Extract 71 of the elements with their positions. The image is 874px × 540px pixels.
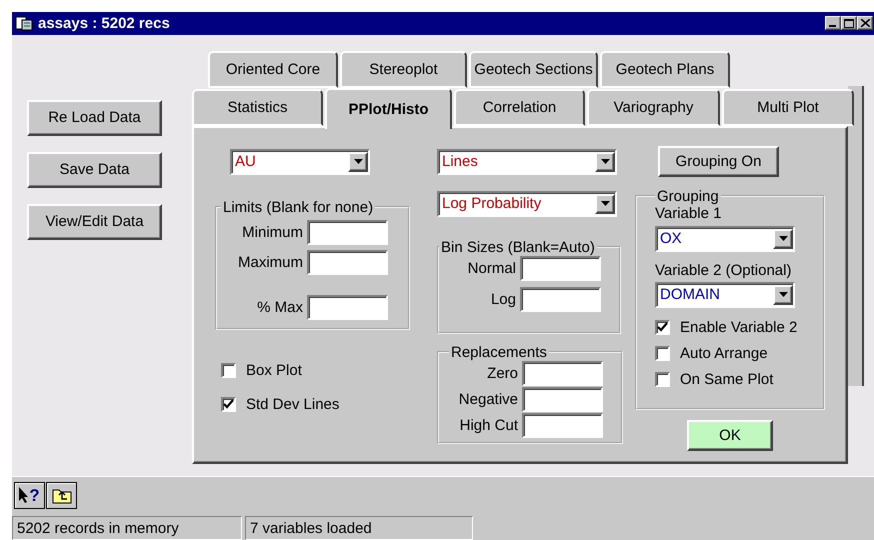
close-icon bbox=[860, 19, 870, 28]
side-button[interactable]: Re Load Data bbox=[27, 100, 162, 136]
pointer-icon bbox=[19, 487, 30, 504]
grouping-button[interactable]: Grouping On bbox=[658, 146, 779, 177]
checkbox-label: Enable Variable 2 bbox=[680, 318, 798, 336]
maximize-icon bbox=[844, 18, 854, 28]
field-label: Negative bbox=[458, 390, 518, 408]
dropdown-arrow-icon bbox=[600, 159, 610, 164]
field-label: High Cut bbox=[460, 416, 518, 434]
dropdown-field[interactable]: AU bbox=[230, 148, 370, 175]
input-field[interactable] bbox=[307, 220, 388, 245]
input-field[interactable] bbox=[522, 386, 603, 412]
checkbox-label: On Same Plot bbox=[680, 370, 774, 388]
dropdown-field[interactable]: DOMAIN bbox=[655, 282, 795, 308]
tab[interactable]: Variography bbox=[587, 88, 720, 126]
close-button[interactable] bbox=[857, 16, 873, 30]
tab[interactable]: Oriented Core bbox=[208, 50, 338, 88]
input-field[interactable] bbox=[307, 294, 388, 320]
dropdown-field[interactable]: OX bbox=[655, 226, 795, 252]
tab[interactable]: Statistics bbox=[192, 88, 323, 126]
group-title: Replacements bbox=[450, 344, 548, 361]
input-field[interactable] bbox=[307, 250, 388, 275]
maximize-button[interactable] bbox=[841, 16, 857, 30]
checkbox[interactable] bbox=[221, 396, 236, 412]
minimize-button[interactable] bbox=[825, 16, 841, 30]
input-field[interactable] bbox=[522, 412, 603, 438]
dropdown-field[interactable]: Log Probability bbox=[437, 190, 617, 217]
dropdown-arrow-icon bbox=[600, 201, 610, 206]
field-label: % Max bbox=[257, 298, 303, 316]
group-title: Bin Sizes (Blank=Auto) bbox=[440, 238, 596, 256]
group-title: Limits (Blank for none) bbox=[222, 198, 374, 216]
field-label: Zero bbox=[487, 364, 518, 382]
input-field[interactable] bbox=[520, 256, 601, 281]
field-label: Maximum bbox=[238, 254, 303, 271]
field-label: Variable 1 bbox=[655, 204, 722, 222]
checkbox[interactable] bbox=[655, 372, 670, 387]
checkbox[interactable] bbox=[655, 346, 670, 361]
checkbox[interactable] bbox=[221, 362, 236, 378]
status-pane: 5202 records in memory bbox=[12, 516, 242, 540]
status-pane: 7 variables loaded bbox=[245, 516, 473, 540]
field-label: Normal bbox=[468, 260, 516, 277]
tab[interactable]: PPlot/Histo bbox=[325, 88, 452, 129]
field-label: Minimum bbox=[242, 224, 303, 241]
group-title: Grouping bbox=[656, 188, 720, 205]
tab[interactable]: Geotech Plans bbox=[600, 50, 730, 88]
side-button[interactable]: Save Data bbox=[27, 152, 162, 188]
tab[interactable]: Multi Plot bbox=[722, 88, 854, 126]
checkbox-label: Box Plot bbox=[246, 362, 302, 379]
input-field[interactable] bbox=[520, 286, 601, 312]
tab[interactable]: Geotech Sections bbox=[469, 50, 598, 88]
window-title: assays : 5202 recs bbox=[38, 14, 171, 32]
field-label: Log bbox=[490, 290, 516, 308]
tab[interactable]: Stereoplot bbox=[340, 50, 467, 88]
up-folder-button[interactable] bbox=[46, 482, 77, 509]
dropdown-arrow-icon bbox=[354, 159, 362, 164]
side-button[interactable]: View/Edit Data bbox=[27, 204, 162, 240]
checkmark-icon bbox=[223, 399, 234, 410]
field-label: Variable 2 (Optional) bbox=[655, 262, 792, 279]
dropdown-arrow-icon bbox=[778, 236, 788, 242]
checkbox[interactable] bbox=[655, 320, 670, 335]
dropdown-arrow-icon bbox=[778, 292, 788, 298]
checkbox-label: Std Dev Lines bbox=[246, 396, 340, 413]
tab[interactable]: Correlation bbox=[454, 88, 585, 126]
checkmark-icon bbox=[657, 322, 668, 332]
dropdown-field[interactable]: Lines bbox=[437, 148, 617, 175]
checkbox-label: Auto Arrange bbox=[680, 344, 768, 362]
help-button[interactable]: ? bbox=[14, 482, 45, 509]
input-field[interactable] bbox=[522, 360, 603, 386]
database-icon bbox=[15, 15, 33, 32]
folder-up-icon bbox=[52, 486, 72, 504]
ok-button[interactable]: OK bbox=[687, 420, 773, 451]
